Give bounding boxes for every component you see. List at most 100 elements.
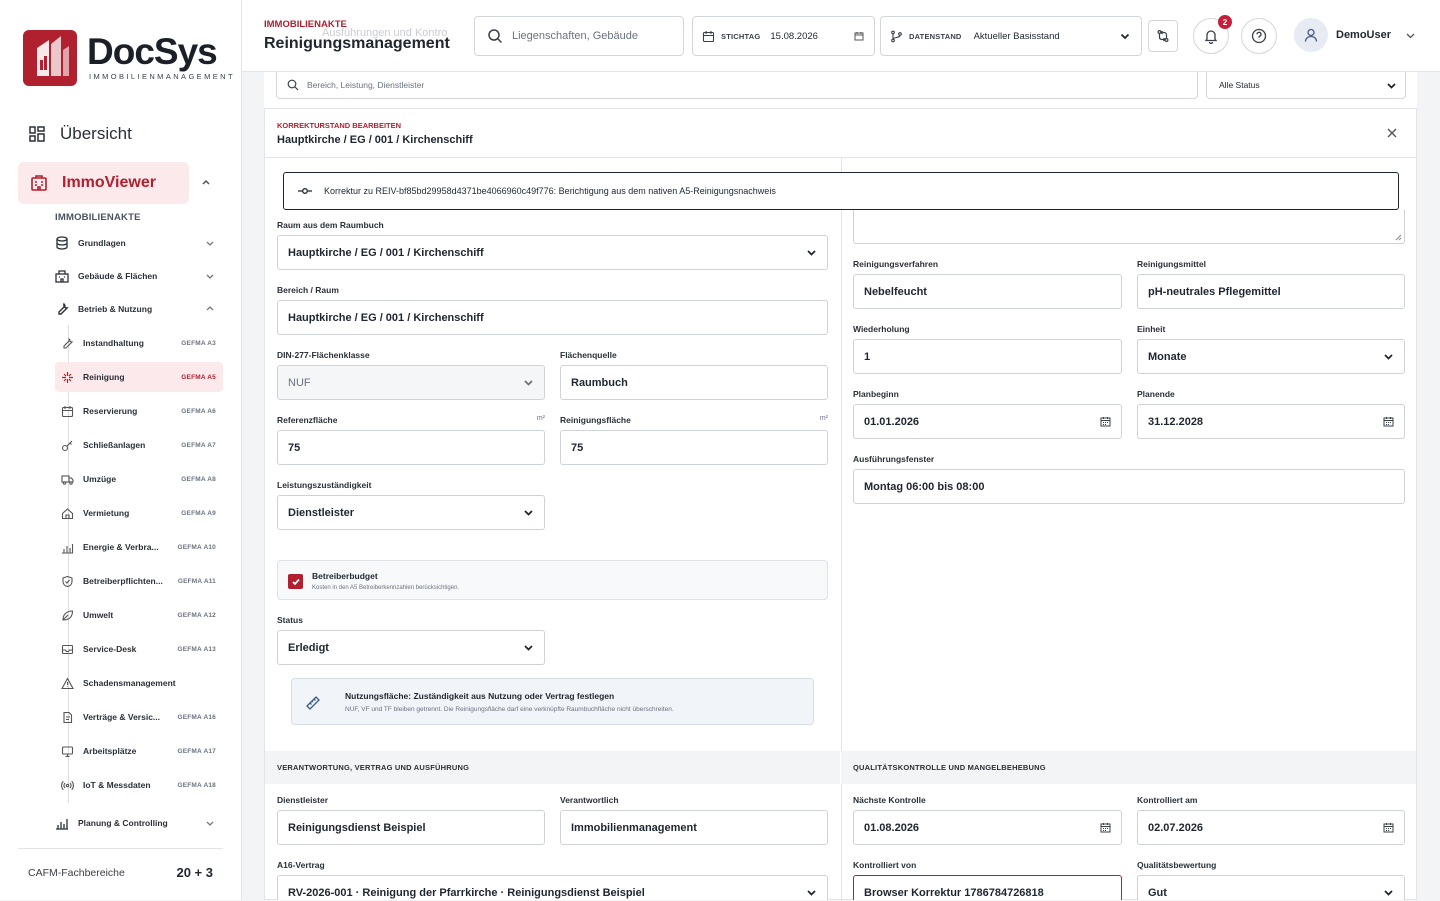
sidebar-item-label: Betreiberpflichten... — [83, 576, 163, 586]
sidebar-item-umzuege[interactable]: Umzüge GEFMA A8 — [55, 464, 223, 494]
nav-immoviewer[interactable]: ImmoViewer — [18, 162, 189, 204]
nav-group-betrieb[interactable]: Betrieb & Nutzung — [55, 302, 215, 316]
sidebar-item-label: IoT & Messdaten — [83, 780, 151, 790]
bereich-input[interactable]: Hauptkirche / EG / 001 / Kirchenschiff — [277, 300, 828, 335]
calendar-icon[interactable] — [1383, 416, 1394, 427]
sidebar-item-label: Verträge & Versic... — [83, 712, 161, 722]
sidebar-item-reservierung[interactable]: Reservierung GEFMA A6 — [55, 396, 223, 426]
raum-value: Hauptkirche / EG / 001 / Kirchenschiff — [288, 246, 484, 259]
info-title: Nutzungsfläche: Zuständigkeit aus Nutzun… — [345, 691, 615, 701]
fenster-value: Montag 06:00 bis 08:00 — [864, 480, 985, 493]
sidebar-item-arbeitsplaetze[interactable]: Arbeitsplätze GEFMA A17 — [55, 736, 223, 766]
chevron-up-icon[interactable] — [200, 176, 212, 188]
budget-checkbox[interactable] — [288, 574, 303, 589]
status-select[interactable]: Erledigt — [277, 630, 545, 665]
sidebar-item-schliessanlagen[interactable]: Schließanlagen GEFMA A7 — [55, 430, 223, 460]
wdh-input[interactable]: 1 — [853, 339, 1122, 374]
wdh-value: 1 — [864, 350, 871, 363]
nav-group-gebaeude[interactable]: Gebäude & Flächen — [55, 269, 215, 283]
rein-input[interactable]: 75 — [560, 430, 828, 465]
nav-group-grundlagen[interactable]: Grundlagen — [55, 236, 215, 250]
resize-handle-icon[interactable] — [1395, 234, 1402, 241]
global-search-input[interactable]: Liegenschaften, Gebäude — [512, 30, 638, 42]
planende-field: Planende 31.12.2028 — [1137, 389, 1405, 439]
calendar-icon[interactable] — [1100, 416, 1111, 427]
datenstand-select[interactable]: DATENSTAND Aktueller Basisstand — [880, 16, 1142, 56]
status-filter-select[interactable]: Alle Status — [1206, 72, 1406, 99]
ruler-icon — [304, 694, 322, 712]
filter-search[interactable]: Bereich, Leistung, Dienstleister — [276, 72, 1198, 99]
sidebar-item-iot[interactable]: IoT & Messdaten GEFMA A18 — [55, 770, 223, 800]
grid-icon — [28, 125, 46, 143]
nav-overview[interactable]: Übersicht — [28, 124, 132, 144]
notes-textarea[interactable] — [853, 210, 1405, 244]
zust-select[interactable]: Dienstleister — [277, 495, 545, 530]
sidebar-item-vertraege[interactable]: Verträge & Versic... GEFMA A16 — [55, 702, 223, 732]
verfahren-input[interactable]: Nebelfeucht — [853, 274, 1122, 309]
ref-input[interactable]: 75 — [277, 430, 545, 465]
close-icon[interactable] — [1386, 127, 1398, 139]
sidebar-item-service-desk[interactable]: Service-Desk GEFMA A13 — [55, 634, 223, 664]
wdh-label: Wiederholung — [853, 324, 910, 334]
quelle-input[interactable]: Raumbuch — [560, 365, 828, 400]
vertrag-select[interactable]: RV-2026-001 · Reinigung der Pfarrkirche … — [277, 875, 828, 900]
controlled-by-input[interactable]: Browser Korrektur 1786784726818 — [853, 875, 1122, 900]
din-select[interactable]: NUF — [277, 365, 545, 400]
sidebar-item-energie[interactable]: Energie & Verbra... GEFMA A10 — [55, 532, 223, 562]
brand-tagline: IMMOBILIENMANAGEMENT — [89, 72, 235, 81]
user-menu[interactable]: DemoUser — [1294, 18, 1416, 52]
truck-icon — [61, 473, 74, 486]
chevron-down-icon — [1383, 351, 1394, 362]
budget-checkbox-card[interactable]: Betreiberbudget Kosten in den A5 Betreib… — [277, 560, 828, 600]
controlled-by-label: Kontrolliert von — [853, 860, 917, 870]
dl-input[interactable]: Reinigungsdienst Beispiel — [277, 810, 545, 845]
fenster-input[interactable]: Montag 06:00 bis 08:00 — [853, 469, 1405, 504]
sidebar-item-instandhaltung[interactable]: Instandhaltung GEFMA A3 — [55, 328, 223, 358]
dl-label: Dienstleister — [277, 795, 329, 805]
next-control-input[interactable]: 01.08.2026 — [853, 810, 1122, 845]
sidebar-item-betreiberpflichten[interactable]: Betreiberpflichten... GEFMA A11 — [55, 566, 223, 596]
gefma-code: GEFMA A6 — [181, 407, 216, 415]
next-control-field: Nächste Kontrolle 01.08.2026 — [853, 795, 1122, 845]
next-control-value: 01.08.2026 — [864, 821, 920, 834]
compare-button[interactable] — [1148, 20, 1178, 52]
mittel-input[interactable]: pH-neutrales Pflegemittel — [1137, 274, 1405, 309]
din-label: DIN-277-Flächenklasse — [277, 350, 370, 360]
chevron-down-icon — [806, 247, 817, 258]
section-header-verantwortung: VERANTWORTUNG, VERTRAG UND AUSFÜHRUNG — [265, 751, 840, 784]
sidebar-item-schadensmanagement[interactable]: Schadensmanagement — [55, 668, 223, 698]
raum-select-field: Raum aus dem Raumbuch Hauptkirche / EG /… — [277, 220, 828, 270]
einheit-value: Monate — [1148, 350, 1187, 363]
sidebar-item-umwelt[interactable]: Umwelt GEFMA A12 — [55, 600, 223, 630]
filter-search-input[interactable]: Bereich, Leistung, Dienstleister — [307, 80, 424, 90]
footer-label: CAFM-Fachbereiche — [28, 866, 125, 879]
chevron-up-icon — [205, 304, 215, 314]
planende-input[interactable]: 31.12.2028 — [1137, 404, 1405, 439]
gefma-code: GEFMA A8 — [181, 475, 216, 483]
brand-logo[interactable]: DocSys IMMOBILIENMANAGEMENT — [23, 30, 235, 86]
inbox-icon — [61, 643, 74, 656]
calendar-icon[interactable] — [1383, 822, 1394, 833]
sidebar-item-reinigung[interactable]: Reinigung GEFMA A5 — [55, 362, 223, 392]
wrench-icon — [55, 302, 69, 316]
planbeginn-input[interactable]: 01.01.2026 — [853, 404, 1122, 439]
bereich-label: Bereich / Raum — [277, 285, 339, 295]
sidebar-item-label: Reinigung — [83, 372, 125, 382]
calendar-icon[interactable] — [1100, 822, 1111, 833]
quality-select[interactable]: Gut — [1137, 875, 1405, 900]
budget-title: Betreiberbudget — [312, 571, 378, 581]
nav-group-planung[interactable]: Planung & Controlling — [55, 816, 215, 830]
verantw-input[interactable]: Immobilienmanagement — [560, 810, 828, 845]
controlled-at-input[interactable]: 02.07.2026 — [1137, 810, 1405, 845]
help-button[interactable] — [1241, 18, 1277, 54]
gefma-code: GEFMA A18 — [177, 781, 216, 789]
raum-select[interactable]: Hauptkirche / EG / 001 / Kirchenschiff — [277, 235, 828, 270]
stichtag-label: STICHTAG — [721, 31, 761, 41]
global-search[interactable]: Liegenschaften, Gebäude — [474, 16, 684, 56]
einheit-select[interactable]: Monate — [1137, 339, 1405, 374]
zust-label: Leistungszuständigkeit — [277, 480, 372, 490]
sidebar-item-vermietung[interactable]: Vermietung GEFMA A9 — [55, 498, 223, 528]
notifications-button[interactable]: 2 — [1193, 15, 1232, 54]
gefma-code: GEFMA A10 — [177, 543, 216, 551]
stichtag-picker[interactable]: STICHTAG 15.08.2026 — [692, 16, 875, 56]
